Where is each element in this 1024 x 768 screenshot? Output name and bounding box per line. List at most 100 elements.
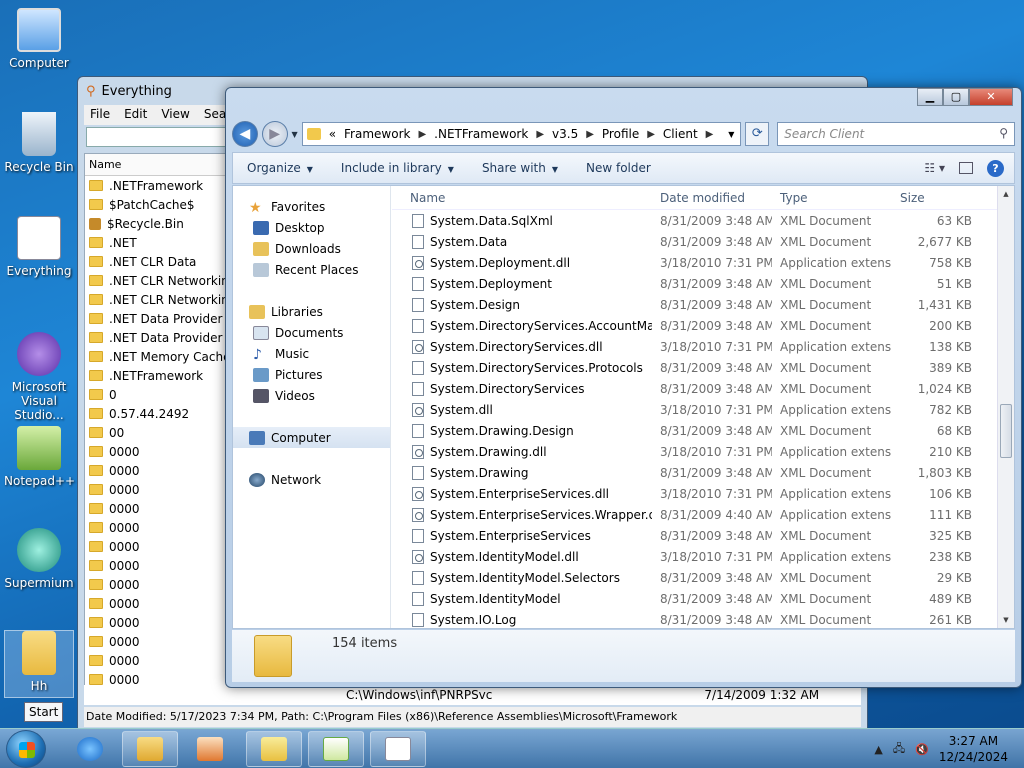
forward-button[interactable]: ▶ [261, 121, 288, 147]
include-in-library-button[interactable]: Include in library ▼ [327, 161, 468, 175]
file-row[interactable]: System.Data.SqlXml 8/31/2009 3:48 AM XML D… [392, 210, 1014, 231]
file-row[interactable]: System.IO.Log 8/31/2009 3:48 AM XML Docume… [392, 609, 1014, 628]
file-type: XML Document [780, 612, 872, 627]
file-row[interactable]: System.Drawing.Design 8/31/2009 3:48 AM XM… [392, 420, 1014, 441]
minimize-button[interactable]: ▁ [917, 88, 943, 106]
volume-muted-icon[interactable]: 🔇 [915, 743, 929, 756]
file-row[interactable]: System.IdentityModel.dll 3/18/2010 7:31 P… [392, 546, 1014, 567]
desktop-icon-everything[interactable]: Everything [4, 216, 74, 278]
file-row[interactable]: System.EnterpriseServices.Wrapper.dll 8/3… [392, 504, 1014, 525]
desktop-icon-recycle-bin[interactable]: Recycle Bin [4, 112, 74, 174]
file-row[interactable]: System.Design 8/31/2009 3:48 AM XML Docume… [392, 294, 1014, 315]
nav-recent-places[interactable]: Recent Places [233, 259, 390, 280]
file-size: 106 KB [929, 486, 972, 501]
network-status-icon[interactable]: 🖧 [893, 740, 905, 759]
file-row[interactable]: System.dll 3/18/2010 7:31 PM Application e… [392, 399, 1014, 420]
file-date-modified: 8/31/2009 3:48 AM [660, 591, 772, 606]
overflow-chevron-icon[interactable]: « [329, 127, 336, 141]
nav-favorites[interactable]: ★ Favorites [233, 196, 390, 217]
desktop-icon-computer[interactable]: Computer [4, 8, 74, 70]
breadcrumb-netframework[interactable]: .NETFramework [434, 127, 528, 141]
nav-music[interactable]: ♪ Music [233, 343, 390, 364]
nav-network[interactable]: Network [233, 469, 390, 490]
search-icon[interactable]: ⚲ [999, 126, 1008, 140]
menu-view[interactable]: View [161, 107, 189, 123]
scroll-down-icon[interactable]: ▼ [998, 612, 1014, 628]
show-hidden-icons-icon[interactable]: ▲ [874, 743, 882, 756]
desktop-icon-hh[interactable]: Hh [4, 630, 74, 698]
file-row[interactable]: System.IdentityModel 8/31/2009 3:48 AM XML… [392, 588, 1014, 609]
desktop-icon-notepad-plus-plus[interactable]: Notepad++ [4, 426, 75, 488]
refresh-button[interactable]: ⟳ [745, 122, 770, 146]
taskbar-notepad-plus-plus[interactable] [308, 731, 364, 767]
breadcrumb-separator-icon[interactable]: ▶ [647, 129, 655, 140]
file-row[interactable]: System.Deployment.dll 3/18/2010 7:31 PM Ap… [392, 252, 1014, 273]
file-row[interactable]: System.IdentityModel.Selectors 8/31/2009 … [392, 567, 1014, 588]
search-input[interactable]: Search Client ⚲ [777, 122, 1015, 146]
breadcrumb-separator-icon[interactable]: ▶ [418, 129, 426, 140]
nav-pictures[interactable]: Pictures [233, 364, 390, 385]
breadcrumb-framework[interactable]: Framework [344, 127, 410, 141]
breadcrumb-separator-icon[interactable]: ▶ [706, 129, 714, 140]
menu-edit[interactable]: Edit [124, 107, 147, 123]
taskbar-media-player[interactable] [182, 731, 238, 767]
close-button[interactable]: ✕ [969, 88, 1013, 106]
menu-file[interactable]: File [90, 107, 110, 123]
address-dropdown-icon[interactable]: ▼ [728, 130, 734, 139]
breadcrumb-v35[interactable]: v3.5 [552, 127, 578, 141]
explorer-window[interactable]: ▁ ▢ ✕ ◀ ▶ ▼ « Framework ▶ .NETFramework ▶ … [225, 87, 1022, 688]
share-with-button[interactable]: Share with ▼ [468, 161, 572, 175]
taskbar-internet-explorer[interactable] [62, 731, 118, 767]
back-button[interactable]: ◀ [232, 121, 258, 147]
breadcrumb-client[interactable]: Client [663, 127, 698, 141]
preview-pane-icon[interactable] [959, 162, 973, 174]
view-options-icon[interactable]: ☷ ▾ [924, 161, 945, 175]
recent-pages-dropdown-icon[interactable]: ▼ [292, 130, 298, 139]
new-folder-button[interactable]: New folder [572, 161, 665, 175]
file-name: System.Design [430, 297, 520, 312]
start-button[interactable] [6, 730, 46, 768]
vertical-scrollbar[interactable]: ▲ ▼ [997, 186, 1014, 628]
nav-documents[interactable]: Documents [233, 322, 390, 343]
file-type: Application extens... [780, 402, 892, 417]
taskbar-everything[interactable] [370, 731, 426, 767]
file-row[interactable]: System.Drawing.dll 3/18/2010 7:31 PM Appli… [392, 441, 1014, 462]
everything-bottom-row[interactable]: C:\Windows\inf\PNRPSvc 7/14/2009 1:32 AM [84, 685, 861, 705]
scroll-up-icon[interactable]: ▲ [998, 186, 1014, 202]
file-row[interactable]: System.EnterpriseServices 8/31/2009 3:48 … [392, 525, 1014, 546]
column-date-modified[interactable]: Date modified [652, 191, 772, 205]
file-row[interactable]: System.DirectoryServices 8/31/2009 3:48 A… [392, 378, 1014, 399]
file-row[interactable]: System.Data 8/31/2009 3:48 AM XML Document… [392, 231, 1014, 252]
address-bar[interactable]: « Framework ▶ .NETFramework ▶ v3.5 ▶ Profil… [301, 122, 742, 146]
folder-icon [89, 256, 103, 267]
file-size: 138 KB [929, 339, 972, 354]
file-date-modified: 8/31/2009 3:48 AM [660, 528, 772, 543]
file-row[interactable]: System.EnterpriseServices.dll 3/18/2010 7… [392, 483, 1014, 504]
column-type[interactable]: Type [772, 191, 892, 205]
taskbar-folder[interactable] [246, 731, 302, 767]
file-row[interactable]: System.Drawing 8/31/2009 3:48 AM XML Docum… [392, 462, 1014, 483]
file-row[interactable]: System.DirectoryServices.Protocols 8/31/2… [392, 357, 1014, 378]
nav-computer[interactable]: Computer [233, 427, 390, 448]
breadcrumb-profile[interactable]: Profile [602, 127, 639, 141]
nav-downloads[interactable]: Downloads [233, 238, 390, 259]
everything-search-input[interactable] [86, 127, 226, 147]
organize-button[interactable]: Organize ▼ [233, 161, 327, 175]
file-row[interactable]: System.DirectoryServices.dll 3/18/2010 7:… [392, 336, 1014, 357]
breadcrumb-separator-icon[interactable]: ▶ [536, 129, 544, 140]
breadcrumb-separator-icon[interactable]: ▶ [586, 129, 594, 140]
desktop-icon-supermium[interactable]: Supermium [4, 528, 74, 590]
nav-videos[interactable]: Videos [233, 385, 390, 406]
nav-libraries[interactable]: Libraries [233, 301, 390, 322]
desktop-icon-visual-studio[interactable]: Microsoft Visual Studio... [4, 332, 74, 422]
taskbar-windows-explorer[interactable] [122, 731, 178, 767]
help-icon[interactable]: ? [987, 159, 1004, 177]
maximize-button[interactable]: ▢ [943, 88, 969, 106]
nav-desktop[interactable]: Desktop [233, 217, 390, 238]
column-name[interactable]: Name [392, 191, 652, 205]
column-size[interactable]: Size [892, 191, 982, 205]
file-row[interactable]: System.Deployment 8/31/2009 3:48 AM XML Do… [392, 273, 1014, 294]
scrollbar-thumb[interactable] [1000, 404, 1012, 458]
file-row[interactable]: System.DirectoryServices.AccountManag...… [392, 315, 1014, 336]
clock[interactable]: 3:27 AM 12/24/2024 [939, 733, 1008, 765]
